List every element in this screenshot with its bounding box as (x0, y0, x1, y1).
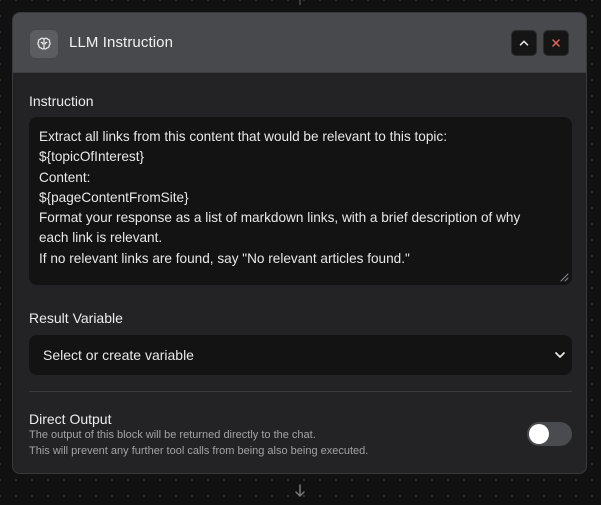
direct-output-toggle[interactable] (527, 422, 572, 446)
direct-output-description-line1: The output of this block will be returne… (29, 429, 316, 441)
block-title: LLM Instruction (69, 34, 174, 51)
direct-output-label: Direct Output (29, 411, 112, 427)
toggle-knob (529, 424, 549, 444)
result-variable-selected-value: Select or create variable (43, 347, 194, 363)
instruction-text: Extract all links from this content that… (39, 129, 521, 266)
brain-icon (30, 30, 58, 58)
instruction-label: Instruction (29, 93, 94, 109)
direct-output-description-line2: This will prevent any further tool calls… (29, 445, 369, 457)
instruction-textarea[interactable]: Extract all links from this content that… (29, 117, 572, 285)
chevron-down-icon (555, 352, 565, 358)
block-header: LLM Instruction (13, 13, 586, 73)
result-variable-label: Result Variable (29, 310, 123, 326)
collapse-button[interactable] (511, 30, 537, 56)
close-icon (552, 39, 560, 47)
top-connector-line (299, 0, 301, 5)
resize-handle-icon[interactable] (560, 273, 569, 282)
llm-instruction-block: LLM Instruction Instruction Extract all … (12, 12, 587, 474)
section-divider (29, 391, 572, 392)
close-button[interactable] (543, 30, 569, 56)
chevron-up-icon (519, 40, 529, 46)
arrow-down-icon (295, 484, 305, 497)
result-variable-select[interactable]: Select or create variable (29, 335, 572, 375)
